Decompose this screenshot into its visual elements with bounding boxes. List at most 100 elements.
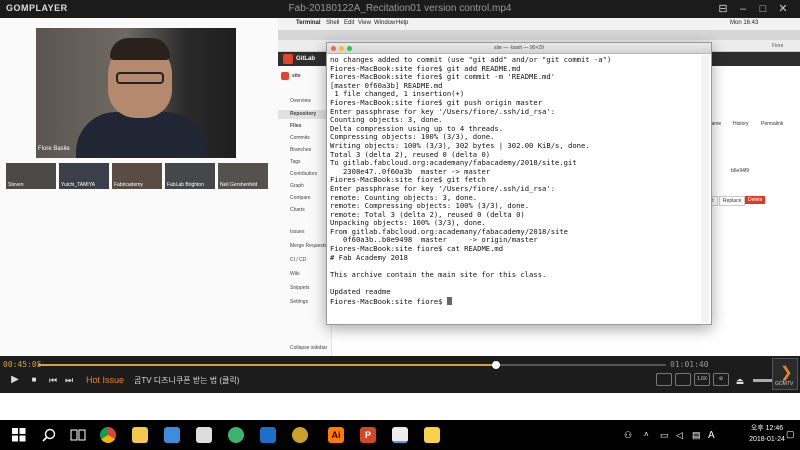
sidebar-item-graph[interactable]: Graph <box>290 183 304 189</box>
video-frame[interactable]: Fiore Basile Steven Yuichi_TAMIYA Fabric… <box>0 18 800 356</box>
browser-tabs <box>278 30 800 40</box>
screen-capture-button[interactable] <box>656 373 672 386</box>
browser-user[interactable]: Fiore <box>772 43 783 49</box>
terminal-output[interactable]: no changes added to commit (use "git add… <box>330 56 700 322</box>
file-explorer-icon[interactable] <box>132 427 148 443</box>
network-icon[interactable]: ▭ <box>660 430 669 441</box>
sidebar-item-ci-cd[interactable]: CI / CD <box>290 257 306 263</box>
menu-view[interactable]: View <box>358 20 371 26</box>
eject-icon[interactable]: ⏏ <box>733 375 747 387</box>
minimize-button[interactable]: – <box>736 2 750 16</box>
terminal-prompt: Fiores-MacBook:site fiore$ <box>330 296 447 306</box>
menu-edit[interactable]: Edit <box>344 20 354 26</box>
participant-thumb[interactable]: Neil Gershenfeld <box>218 163 268 189</box>
sidebar-item-files[interactable]: Files <box>290 123 301 129</box>
store-icon[interactable] <box>164 427 180 443</box>
mac-clock: Mon 16:43 <box>730 20 759 26</box>
gitlab-logo-icon[interactable] <box>283 54 293 64</box>
project-name[interactable]: site <box>292 73 301 79</box>
sidebar-item-commits[interactable]: Commits <box>290 135 310 141</box>
sidebar-item-contributors[interactable]: Contributors <box>290 171 317 177</box>
participant-thumb[interactable]: FabLab Brighton <box>165 163 215 189</box>
people-icon[interactable]: ⚇ <box>624 430 632 441</box>
collapse-sidebar-button[interactable]: Collapse sidebar <box>290 345 327 351</box>
total-time: 01:01:40 <box>670 360 709 369</box>
menu-help[interactable]: Help <box>396 20 408 26</box>
project-avatar <box>281 72 289 80</box>
ime-indicator[interactable]: A <box>708 430 715 441</box>
previous-icon[interactable]: ⏮ <box>46 374 60 386</box>
sidebar-item-wiki[interactable]: Wiki <box>290 271 299 277</box>
sidebar-item-merge-requests[interactable]: Merge Requests <box>290 243 327 249</box>
sidebar-item-overview[interactable]: Overview <box>290 98 311 104</box>
close-dot-icon[interactable] <box>331 46 336 51</box>
speed-button[interactable]: 1.0X <box>694 373 710 386</box>
terminal-title: site — -bash — 90×29 <box>494 45 544 51</box>
hot-issue-label[interactable]: Hot Issue <box>86 375 124 385</box>
replace-button[interactable]: Replace <box>719 196 746 206</box>
terminal-scrollbar[interactable] <box>701 55 709 323</box>
chevron-right-icon: ❯ <box>780 364 793 381</box>
system-clock[interactable]: 오후 12:46 2018-01-24 <box>742 423 792 445</box>
menu-terminal[interactable]: Terminal <box>296 20 321 26</box>
terminal-line: Updated readme <box>330 287 391 297</box>
sidebar-item-charts[interactable]: Charts <box>290 207 305 213</box>
menu-window[interactable]: Window <box>374 20 395 26</box>
speaker-webcam: Fiore Basile <box>36 28 236 158</box>
sidebar-item-tags[interactable]: Tags <box>290 159 301 165</box>
chrome-icon[interactable] <box>100 427 116 443</box>
sidebar-item-snippets[interactable]: Snippets <box>290 285 309 291</box>
close-button[interactable]: ✕ <box>776 2 790 16</box>
history-button[interactable]: History <box>733 121 749 127</box>
seek-handle[interactable] <box>492 361 501 369</box>
kakaotalk-icon[interactable] <box>424 427 440 443</box>
windows-taskbar: Ai P ⚇ ˄ ▭ ◁ ▤ A 오후 12:46 2018-01-24 ▢ <box>0 420 800 450</box>
mac-menubar: Terminal Shell Edit View Window Help Mon… <box>278 18 800 30</box>
app-green-icon[interactable] <box>228 427 244 443</box>
seek-progress <box>38 364 497 366</box>
commit-hash[interactable]: b6e94f9 <box>731 168 749 174</box>
clock-time: 오후 12:46 <box>750 425 784 432</box>
menu-shell[interactable]: Shell <box>326 20 339 26</box>
windows-start-icon[interactable] <box>12 428 26 442</box>
next-icon[interactable]: ⏭ <box>62 374 76 386</box>
participant-thumb[interactable]: Fabricademy <box>112 163 162 189</box>
volume-slider[interactable] <box>753 379 773 382</box>
pin-icon[interactable]: ⊟ <box>716 2 730 16</box>
playlist-button[interactable] <box>675 373 691 386</box>
settings-button[interactable]: ⚙ <box>713 373 729 386</box>
sidebar-item-compare[interactable]: Compare <box>290 195 311 201</box>
powerpoint-icon[interactable]: P <box>360 427 376 443</box>
app-blue-icon[interactable] <box>260 427 276 443</box>
stop-icon[interactable]: ■ <box>28 374 40 386</box>
sidebar-item-settings[interactable]: Settings <box>290 299 308 305</box>
desktop-strip <box>0 393 800 420</box>
gomtv-corner-button[interactable]: ❯ GOMTV <box>772 358 798 390</box>
sidebar-item-branches[interactable]: Branches <box>290 147 311 153</box>
mail-icon[interactable] <box>196 427 212 443</box>
sidebar-item-issues[interactable]: Issues <box>290 229 304 235</box>
sidebar-item-repository[interactable]: Repository <box>278 110 332 119</box>
maximize-button[interactable]: □ <box>756 2 770 16</box>
participant-thumb[interactable]: Steven <box>6 163 56 189</box>
gitlab-label[interactable]: GitLab <box>296 56 315 62</box>
search-icon[interactable] <box>42 428 56 442</box>
player-title-bar: GOMPLAYER Fab-20180122A_Recitation01 ver… <box>0 0 800 18</box>
minimize-dot-icon[interactable] <box>339 46 344 51</box>
play-icon[interactable]: ▶ <box>8 374 22 386</box>
volume-icon[interactable]: ◁ <box>676 430 683 441</box>
gom-player-taskbar-icon[interactable] <box>392 427 408 443</box>
chevron-up-icon[interactable]: ˄ <box>644 430 649 439</box>
participant-thumb[interactable]: Yuichi_TAMIYA <box>59 163 109 189</box>
delete-button[interactable]: Delete <box>745 196 766 204</box>
language-icon[interactable]: ▤ <box>692 430 701 441</box>
task-view-icon[interactable] <box>70 428 86 442</box>
hangout-panel: Fiore Basile Steven Yuichi_TAMIYA Fabric… <box>0 18 278 356</box>
zoom-dot-icon[interactable] <box>347 46 352 51</box>
terminal-window[interactable]: site — -bash — 90×29 no changes added to… <box>326 42 712 325</box>
app-gold-icon[interactable] <box>292 427 308 443</box>
permalink-button[interactable]: Permalink <box>761 121 783 127</box>
hot-issue-link[interactable]: 곰TV 디즈니쿠폰 받는 법 (클릭) <box>134 375 239 386</box>
notification-icon[interactable]: ▢ <box>786 429 795 440</box>
illustrator-icon[interactable]: Ai <box>328 427 344 443</box>
